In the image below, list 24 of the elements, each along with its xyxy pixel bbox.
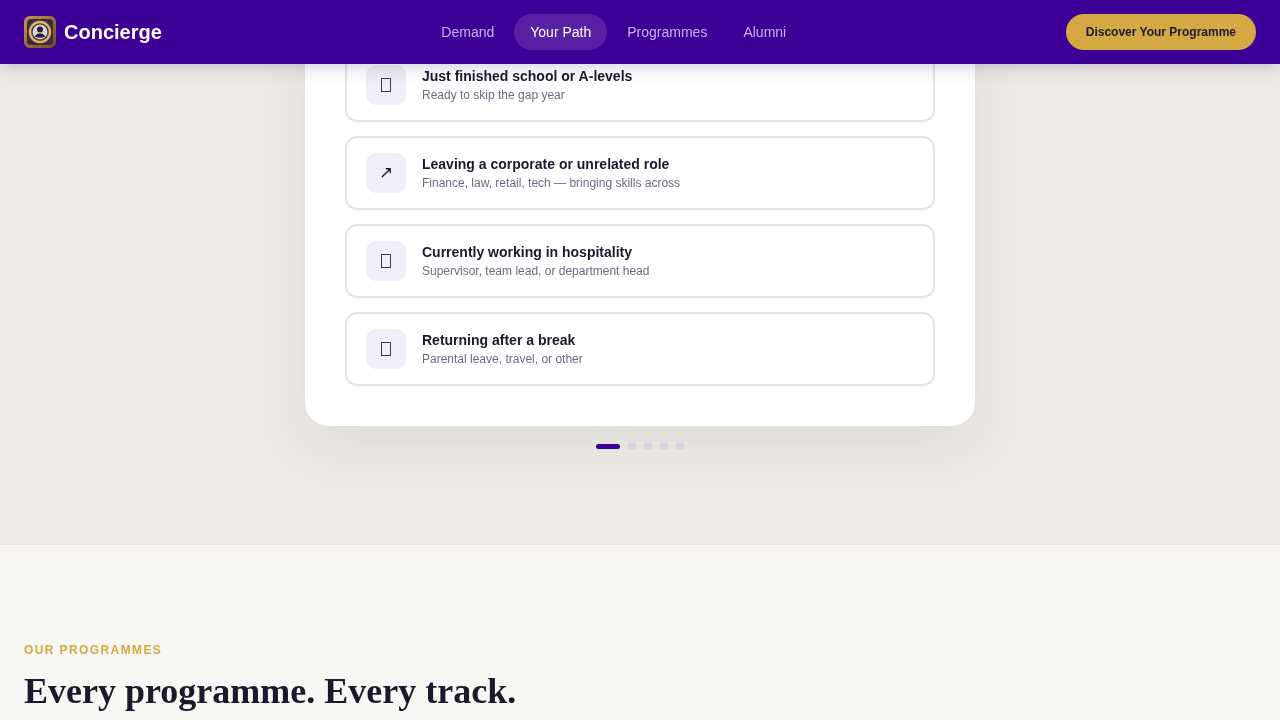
option-title: Leaving a corporate or unrelated role bbox=[422, 155, 671, 173]
option-title: Just finished school or A-levels bbox=[422, 67, 633, 85]
path-option[interactable]: Returning after a break Parental leave, travel, or other bbox=[345, 312, 935, 386]
section-heading: Every programme. Every track. bbox=[24, 670, 517, 713]
nav-link[interactable]: Alumni bbox=[727, 14, 803, 50]
option-subtitle: Finance, law, retail, tech — bringing skills across bbox=[422, 175, 681, 191]
blank-box-icon bbox=[366, 241, 406, 281]
option-subtitle: Ready to skip the gap year bbox=[422, 87, 566, 103]
section-eyebrow: OUR PROGRAMMES bbox=[24, 642, 163, 658]
path-option[interactable]: Just finished school or A-levels Ready to skip the gap year bbox=[345, 64, 935, 122]
logo-icon[interactable] bbox=[24, 16, 56, 48]
path-option[interactable]: Currently working in hospitality Supervisor, team lead, or department head bbox=[345, 224, 935, 298]
option-subtitle: Parental leave, travel, or other bbox=[422, 351, 583, 367]
blank-box-icon bbox=[366, 329, 406, 369]
discover-programme-button[interactable]: Discover Your Programme bbox=[1065, 14, 1256, 50]
brand-name[interactable]: Concierge bbox=[64, 20, 162, 44]
option-title: Currently working in hospitality bbox=[422, 243, 634, 261]
nav-link[interactable]: Programmes bbox=[611, 14, 724, 50]
nav-link[interactable]: Your Path bbox=[514, 14, 608, 50]
path-option[interactable]: ↗ Leaving a corporate or unrelated role Finance, law, retail, tech — bringing skills across bbox=[345, 136, 935, 210]
option-subtitle: Supervisor, team lead, or department head bbox=[422, 263, 650, 279]
nav-link[interactable]: Demand bbox=[425, 14, 511, 50]
option-title: Returning after a break bbox=[422, 331, 577, 349]
blank-box-icon bbox=[366, 65, 406, 105]
